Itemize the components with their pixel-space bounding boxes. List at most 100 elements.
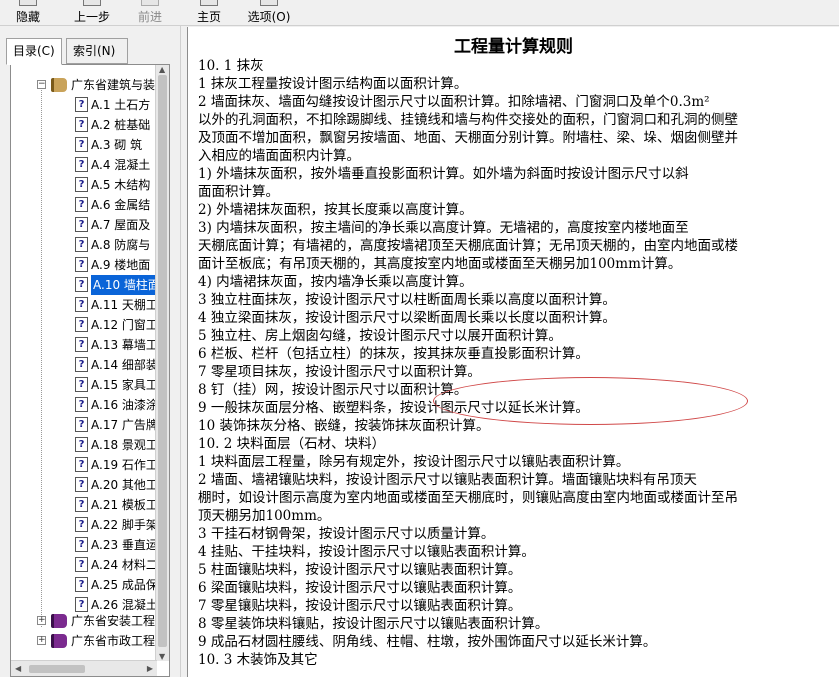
document-line: 3) 内墙抹灰面积，按主墙间的净长乘以高度计算。无墙裙的，高度按室内楼地面至 [198,220,689,236]
document-line: 10. 3 木装饰及其它 [198,652,318,668]
tree-item[interactable]: ? A.10 墙柱面 [11,275,162,295]
tree-item[interactable]: ? A.16 油漆涂 [11,395,158,415]
help-topic-icon: ? [75,97,88,112]
document-line: 4) 内墙裙抹灰面，按内墙净长乘以高度计算。 [198,274,473,290]
options-label: 选项(O) [247,10,291,24]
tree-item-label: A.24 材料二 [91,558,158,572]
document-line: 面计至板底；有吊顶天棚的，其高度按室内地面或楼面至天棚另加100mm计算。 [198,256,682,272]
document-view[interactable]: 工程量计算规则 10. 1 抹灰 1 抹灰工程量按设计图示结构面以面积计算。 2… [187,27,839,677]
scroll-left-icon[interactable]: ◀ [15,664,21,673]
tree-item-label: A.17 广告牌 [91,418,158,432]
help-topic-icon: ? [75,297,88,312]
tree-root-node[interactable]: − 广东省建筑与装 [11,75,157,95]
document-line: 7 零星项目抹灰，按设计图示尺寸以面积计算。 [198,364,481,380]
document-line: 5 独立柱、房上烟囱勾缝，按设计图示尺寸以展开面积计算。 [198,328,562,344]
scroll-down-icon[interactable]: ▼ [159,652,165,661]
tab-contents[interactable]: 目录(C) [6,38,62,65]
expand-icon[interactable]: + [37,636,46,645]
tree-item[interactable]: ? A.12 门窗工 [11,315,158,335]
help-topic-icon: ? [75,517,88,532]
document-line: 9 成品石材圆柱腰线、阴角线、柱帽、柱墩，按外围饰面尺寸以延长米计算。 [198,634,657,650]
back-arrow-icon [83,0,101,6]
help-topic-icon: ? [75,537,88,552]
options-button[interactable]: 选项(O) [244,0,294,26]
options-icon [260,0,278,6]
pane-splitter[interactable] [180,26,186,677]
document-line: 及顶面不增加面积，飘窗另按墙面、地面、天棚面分别计算。附墙柱、梁、垛、烟囱侧壁并 [198,130,738,146]
tree-item[interactable]: ? A.22 脚手架 [11,515,158,535]
tree-item[interactable]: ? A.15 家具工 [11,375,158,395]
tree-item[interactable]: ? A.1 土石方 [11,95,157,115]
help-topic-icon: ? [75,577,88,592]
tree-item-label: A.12 门窗工 [91,318,158,332]
tree-item[interactable]: ? A.5 木结构 [11,175,157,195]
tree-item-label: A.8 防腐与 [91,238,151,252]
tree-item[interactable]: ? A.13 幕墙工 [11,335,158,355]
forward-label: 前进 [137,10,162,24]
tree-book-label: 广东省安装工程 [71,614,156,628]
tree-vertical-scrollbar[interactable]: ▲ ▼ [155,65,169,661]
help-topic-icon: ? [75,157,88,172]
help-topic-icon: ? [75,177,88,192]
tree-item[interactable]: ? A.25 成品保 [11,575,158,595]
tree-item[interactable]: ? A.24 材料二 [11,555,158,575]
tree-book-municipal[interactable]: + 广东省市政工程 [11,631,157,651]
expand-icon[interactable]: + [37,616,46,625]
tree-item-label: A.9 楼地面 [91,258,151,272]
forward-button[interactable]: 前进 [132,0,168,26]
tree-vertical-scroll-thumb[interactable] [158,75,167,647]
tree-item[interactable]: ? A.3 砌 筑 [11,135,157,155]
help-topic-icon: ? [75,237,88,252]
document-line: 10. 1 抹灰 [198,58,264,74]
tree-item[interactable]: ? A.9 楼地面 [11,255,157,275]
document-title: 工程量计算规则 [454,37,573,57]
back-label: 上一步 [73,10,110,24]
collapse-icon[interactable]: − [37,80,46,89]
tree-item[interactable]: ? A.4 混凝土 [11,155,157,175]
tree-item-label: A.4 混凝土 [91,158,151,172]
hide-label: 隐藏 [15,10,40,24]
help-topic-icon: ? [75,397,88,412]
tree-root-label: 广东省建筑与装 [71,78,156,92]
tree-item[interactable]: ? A.6 金属结 [11,195,157,215]
tree-item[interactable]: ? A.7 屋面及 [11,215,157,235]
document-line: 3 独立柱面抹灰，按设计图示尺寸以柱断面周长乘以高度以面积计算。 [198,292,616,308]
tree-item[interactable]: ? A.14 细部装 [11,355,158,375]
tree-item[interactable]: ? A.21 模板工 [11,495,158,515]
tree-item[interactable]: ? A.18 景观工 [11,435,158,455]
contents-tree[interactable]: − 广东省建筑与装 ? A.1 土石方? A.2 桩基础? A.3 砌 筑? A.4 混… [10,64,170,677]
tree-horizontal-scroll-thumb[interactable] [29,665,85,673]
tree-item[interactable]: ? A.19 石作工 [11,455,158,475]
tree-item[interactable]: ? A.23 垂直运 [11,535,158,555]
scroll-up-icon[interactable]: ▲ [159,65,165,74]
tree-item-label: A.14 细部装 [91,358,158,372]
document-line: 10 装饰抹灰分格、嵌缝，按装饰抹灰面积计算。 [198,418,490,434]
home-button[interactable]: 主页 [192,0,226,26]
tree-item-label: A.20 其他工 [91,478,158,492]
help-topic-icon: ? [75,417,88,432]
document-line: 顶天棚另加100mm。 [198,508,331,524]
tree-horizontal-scrollbar[interactable]: ◀ ▶ [11,660,157,676]
scroll-right-icon[interactable]: ▶ [147,664,153,673]
help-topic-icon: ? [75,357,88,372]
home-icon [200,0,218,6]
tree-item[interactable]: ? A.2 桩基础 [11,115,157,135]
tab-index[interactable]: 索引(N) [66,38,128,64]
document-line: 10. 2 块料面层（石材、块料） [198,436,386,452]
help-topic-icon: ? [75,477,88,492]
tree-item[interactable]: ? A.17 广告牌 [11,415,158,435]
tree-item[interactable]: ? A.11 天棚工 [11,295,158,315]
help-topic-icon: ? [75,557,88,572]
book-icon [51,634,67,648]
tree-item[interactable]: ? A.8 防腐与 [11,235,157,255]
back-button[interactable]: 上一步 [68,0,116,26]
tree-item-label: A.23 垂直运 [91,538,158,552]
help-topic-icon: ? [75,117,88,132]
document-line: 4 独立梁面抹灰，按设计图示尺寸以梁断面周长乘以长度以面积计算。 [198,310,616,326]
tree-item-label: A.3 砌 筑 [91,138,143,152]
help-topic-icon: ? [75,457,88,472]
hide-button[interactable]: 隐藏 [6,0,50,26]
book-icon [51,614,67,628]
tree-book-install[interactable]: + 广东省安装工程 [11,611,157,631]
tree-item[interactable]: ? A.20 其他工 [11,475,158,495]
